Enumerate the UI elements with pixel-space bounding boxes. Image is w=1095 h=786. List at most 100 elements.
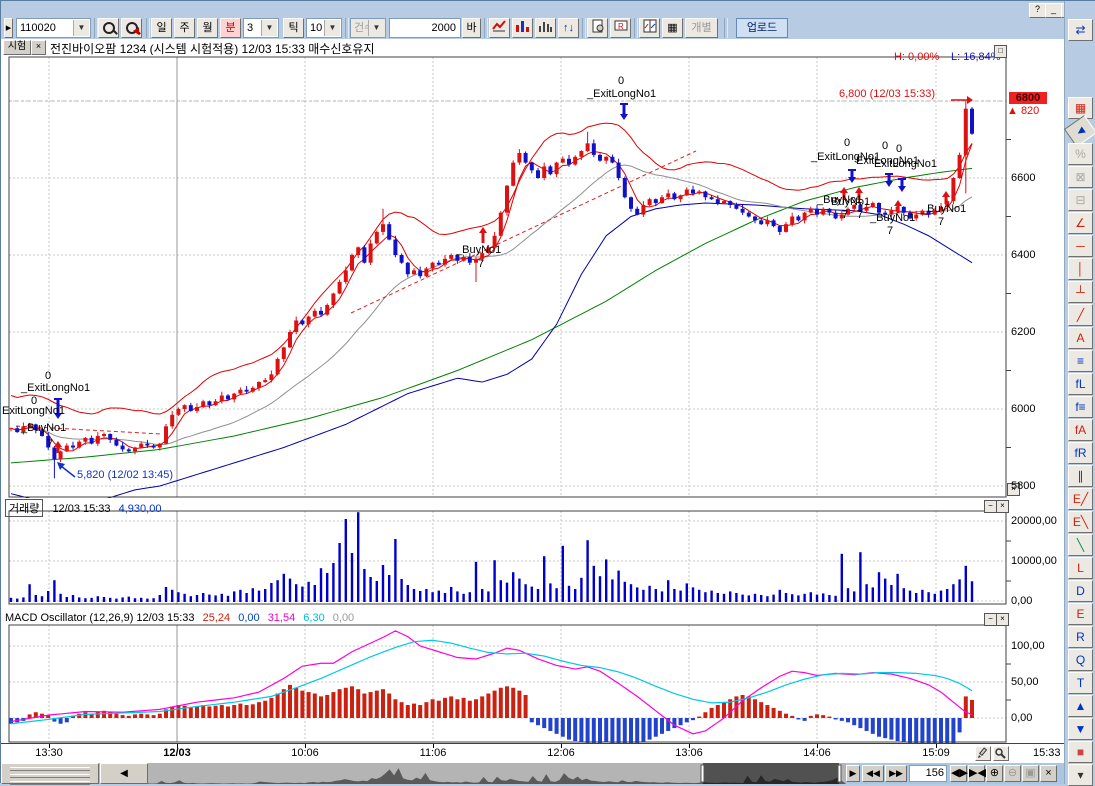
signal-label: 0 xyxy=(896,143,902,155)
macd-close-icon[interactable]: × xyxy=(996,613,1009,626)
fibonacci-arc-icon[interactable]: fA xyxy=(1068,419,1093,441)
tick-interval-combo[interactable]: 10 ▼ xyxy=(306,18,342,38)
vertical-line-icon[interactable]: │ xyxy=(1068,258,1093,280)
split-chart-icon[interactable] xyxy=(639,18,660,38)
top-toolbar: ▸ 110020 ▼ 일 주 월 분 3 ▼ 틱 10 ▼ 건수 ▼ 2000 … xyxy=(1,1,1064,39)
colored-bars-icon[interactable] xyxy=(512,18,533,38)
time-axis-label: 10:06 xyxy=(291,747,319,759)
tab-close-icon[interactable]: × xyxy=(31,40,46,55)
arrow-up-icon[interactable]: ▲ xyxy=(1068,695,1093,717)
trendline-icon[interactable]: ∠ xyxy=(1068,212,1093,234)
baseline-icon[interactable]: ┴ xyxy=(1068,281,1093,303)
screen-settings-icon[interactable]: R xyxy=(610,18,631,38)
signal-label: _ExitLongNo1 xyxy=(587,88,656,100)
minimize-button[interactable]: _ xyxy=(1045,3,1062,18)
parallel-lines-icon[interactable]: ∥ xyxy=(1068,465,1093,487)
stock-search-recent-button[interactable] xyxy=(121,18,142,38)
scroll-left-button[interactable]: ◀ xyxy=(100,763,148,784)
erase-all-icon: ⊟ xyxy=(1068,189,1093,211)
text-note-icon[interactable]: A xyxy=(1068,327,1093,349)
refresh-icon[interactable]: ⇄ xyxy=(1068,19,1093,41)
bar-unit-button[interactable]: 바 xyxy=(462,18,481,38)
fast-forward-button[interactable]: ▶▶ xyxy=(885,765,907,782)
ratio-chart-icon[interactable]: R xyxy=(1068,626,1093,648)
quote-list-icon[interactable]: Q xyxy=(1068,649,1093,671)
minimap-view-window[interactable] xyxy=(148,763,846,784)
fibonacci-line-icon[interactable]: fL xyxy=(1068,373,1093,395)
multi-line-icon[interactable]: ≡ xyxy=(1068,350,1093,372)
visible-bar-count-input[interactable]: 156 xyxy=(909,765,947,782)
minute-interval-combo[interactable]: 3 ▼ xyxy=(243,18,279,38)
current-price-badge: 6800 xyxy=(1009,92,1047,104)
last-time-label: 15:33 xyxy=(1033,747,1061,759)
stop-mark-icon[interactable]: ■ xyxy=(1068,741,1093,763)
volume-close-icon[interactable]: × xyxy=(996,500,1009,513)
scroll-right-button[interactable]: ▶ xyxy=(846,765,860,782)
period-day-button[interactable]: 일 xyxy=(151,18,172,38)
stock-code-value: 110020 xyxy=(20,22,56,34)
tab-test[interactable]: 시험 xyxy=(3,40,31,55)
new-document-icon[interactable] xyxy=(587,18,608,38)
macd-axis-label: 100,00 xyxy=(1011,640,1045,652)
shrink-bars-button[interactable]: ▶◀ xyxy=(968,765,985,782)
fast-back-button[interactable]: ◀◀ xyxy=(862,765,884,782)
macd-value-zero2: 0,00 xyxy=(333,612,354,624)
horizontal-line-icon[interactable]: ─ xyxy=(1068,235,1093,257)
grid-view-icon[interactable]: ▦ xyxy=(662,18,683,38)
period-minute-button[interactable]: 분 xyxy=(220,18,241,38)
period-tick-button[interactable]: 틱 xyxy=(283,18,304,38)
time-axis-label: 12/03 xyxy=(163,747,191,759)
price-axis-label: 5800 xyxy=(1011,480,1035,492)
volume-title: 거래량 xyxy=(5,499,43,517)
zoom-magnifier-button[interactable] xyxy=(993,746,1009,761)
macd-value-zero1: 0,00 xyxy=(238,612,259,624)
volume-header: 거래량 12/03 15:33 4,930,00 xyxy=(5,499,161,517)
stock-code-combo[interactable]: 110020 ▼ xyxy=(16,18,91,38)
upload-button[interactable]: 업로드 xyxy=(736,18,788,38)
signal-label: 7 xyxy=(887,225,893,237)
bottom-scrollbar[interactable]: ◀ ▶◀◀▶▶ 156 ◀▶▶◀⊕⊖▣× xyxy=(1,763,1064,784)
pen-icon[interactable]: ╲ xyxy=(1068,534,1093,556)
time-axis: 13:3012/0310:0611:0612:0613:0614:0615:09… xyxy=(1,743,1064,764)
text-tool-icon[interactable]: T xyxy=(1068,672,1093,694)
histogram-icon[interactable] xyxy=(535,18,556,38)
red-arrow-icon xyxy=(133,27,139,35)
bar-count-input[interactable]: 2000 xyxy=(389,18,461,38)
expand-bars-button[interactable]: ◀▶ xyxy=(950,765,967,782)
signal-label: ExitLongNo1 xyxy=(874,158,937,170)
arrow-down-icon[interactable]: ▼ xyxy=(1068,718,1093,740)
scroll-grip[interactable] xyxy=(1,763,99,784)
chevron-down-icon[interactable]: ▼ xyxy=(324,20,340,36)
period-month-button[interactable]: 월 xyxy=(197,18,218,38)
chevron-down-icon[interactable]: ▼ xyxy=(73,20,89,36)
fibonacci-fan-icon[interactable]: f≡ xyxy=(1068,396,1093,418)
chart-area[interactable]: H: 0,00% L: 16,84% □ 6,800 (12/03 15:33)… xyxy=(1,55,1064,762)
annotate-pencil-button[interactable] xyxy=(975,746,991,761)
toolbar-expand-button[interactable]: ▸ xyxy=(4,18,13,38)
individual-button: 개별 xyxy=(685,18,718,38)
chart-layout-icon[interactable]: ▦ xyxy=(1068,97,1093,119)
elliott-wave-icon[interactable]: E╱ xyxy=(1068,488,1093,510)
zoom-in-button[interactable]: ⊕ xyxy=(986,765,1003,782)
elliott-impulse-icon[interactable]: E╲ xyxy=(1068,511,1093,533)
diagonal-line-icon[interactable]: ╱ xyxy=(1068,304,1093,326)
application-window: ▸ 110020 ▼ 일 주 월 분 3 ▼ 틱 10 ▼ 건수 ▼ 2000 … xyxy=(0,0,1095,783)
time-axis-label: 11:06 xyxy=(420,747,447,759)
macd-chart[interactable] xyxy=(1,610,1064,743)
help-button[interactable]: ? xyxy=(1029,3,1046,18)
chevron-down-icon[interactable]: ▼ xyxy=(261,20,277,36)
fibonacci-retracement-icon[interactable]: fR xyxy=(1068,442,1093,464)
stock-search-button[interactable] xyxy=(98,18,119,38)
period-week-button[interactable]: 주 xyxy=(174,18,195,38)
line-chart-icon[interactable]: L xyxy=(1068,557,1093,579)
equal-chart-icon[interactable]: E xyxy=(1068,603,1093,625)
macd-value-macd: 31,54 xyxy=(268,612,296,624)
day-chart-icon[interactable]: D xyxy=(1068,580,1093,602)
sort-updown-icon[interactable]: ↑↓ xyxy=(558,18,579,38)
signal-label: _BuyNo1 xyxy=(921,203,966,215)
close-scroll-button[interactable]: × xyxy=(1040,765,1057,782)
price-chart[interactable] xyxy=(1,55,1064,498)
signal-chart-icon[interactable] xyxy=(489,18,510,38)
percent-icon: % xyxy=(1068,143,1093,165)
pane-maximize-icon[interactable]: □ xyxy=(994,45,1007,58)
